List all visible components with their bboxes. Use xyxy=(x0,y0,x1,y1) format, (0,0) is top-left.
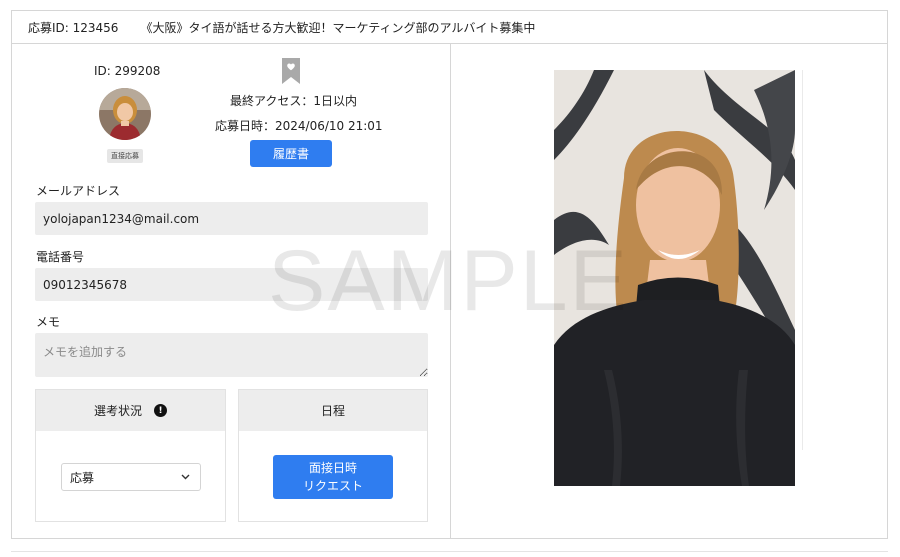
direct-application-badge: 直接応募 xyxy=(107,149,143,163)
application-body: ID: 299208 直接応募 最終アクセス：1日以内 応募日時：2024/06… xyxy=(12,44,887,538)
schedule-title: 日程 xyxy=(320,404,345,418)
email-field[interactable]: yolojapan1234@mail.com xyxy=(35,202,428,235)
email-label: メールアドレス xyxy=(36,184,121,198)
job-title: 《大阪》タイ語が話せる方大歓迎！マーケティング部のアルバイト募集中 xyxy=(140,20,536,35)
selection-status-header: 選考状況 ! xyxy=(36,390,225,431)
avatar-image xyxy=(99,88,151,140)
interview-request-button[interactable]: 面接日時 リクエスト xyxy=(273,455,393,499)
application-header: 応募ID: 123456 《大阪》タイ語が話せる方大歓迎！マーケティング部のアル… xyxy=(12,11,887,44)
phone-label: 電話番号 xyxy=(36,250,85,264)
phone-field[interactable]: 09012345678 xyxy=(35,268,428,301)
applied-datetime: 応募日時：2024/06/10 21:01 xyxy=(215,119,383,133)
schedule-header: 日程 xyxy=(239,390,427,431)
intro-video[interactable] xyxy=(554,70,795,486)
resume-button[interactable]: 履歴書 xyxy=(250,140,332,167)
selection-status-title: 選考状況 xyxy=(93,404,142,418)
chevron-down-icon xyxy=(181,474,190,480)
selection-status-select[interactable]: 応募 xyxy=(61,463,201,491)
info-icon[interactable]: ! xyxy=(154,404,167,417)
intro-video-column xyxy=(452,44,888,538)
applicant-info-column: ID: 299208 直接応募 最終アクセス：1日以内 応募日時：2024/06… xyxy=(12,44,451,538)
bookmark-icon[interactable] xyxy=(281,58,301,84)
interview-request-line1: 面接日時 xyxy=(308,461,357,475)
application-id: 応募ID: 123456 xyxy=(28,20,119,35)
schedule-card: 日程 面接日時 リクエスト xyxy=(238,389,428,522)
video-frame-edge xyxy=(795,70,803,450)
avatar xyxy=(99,88,151,140)
memo-label: メモ xyxy=(36,315,61,329)
memo-input[interactable] xyxy=(35,333,428,377)
video-frame-image xyxy=(554,70,795,486)
interview-request-line2: リクエスト xyxy=(302,479,363,493)
last-access: 最終アクセス：1日以内 xyxy=(230,94,358,108)
selection-status-card: 選考状況 ! 応募 xyxy=(35,389,226,522)
bottom-divider xyxy=(11,551,888,552)
applicant-id: ID: 299208 xyxy=(94,64,161,78)
selection-status-value: 応募 xyxy=(70,470,95,485)
application-panel: 応募ID: 123456 《大阪》タイ語が話せる方大歓迎！マーケティング部のアル… xyxy=(11,10,888,539)
